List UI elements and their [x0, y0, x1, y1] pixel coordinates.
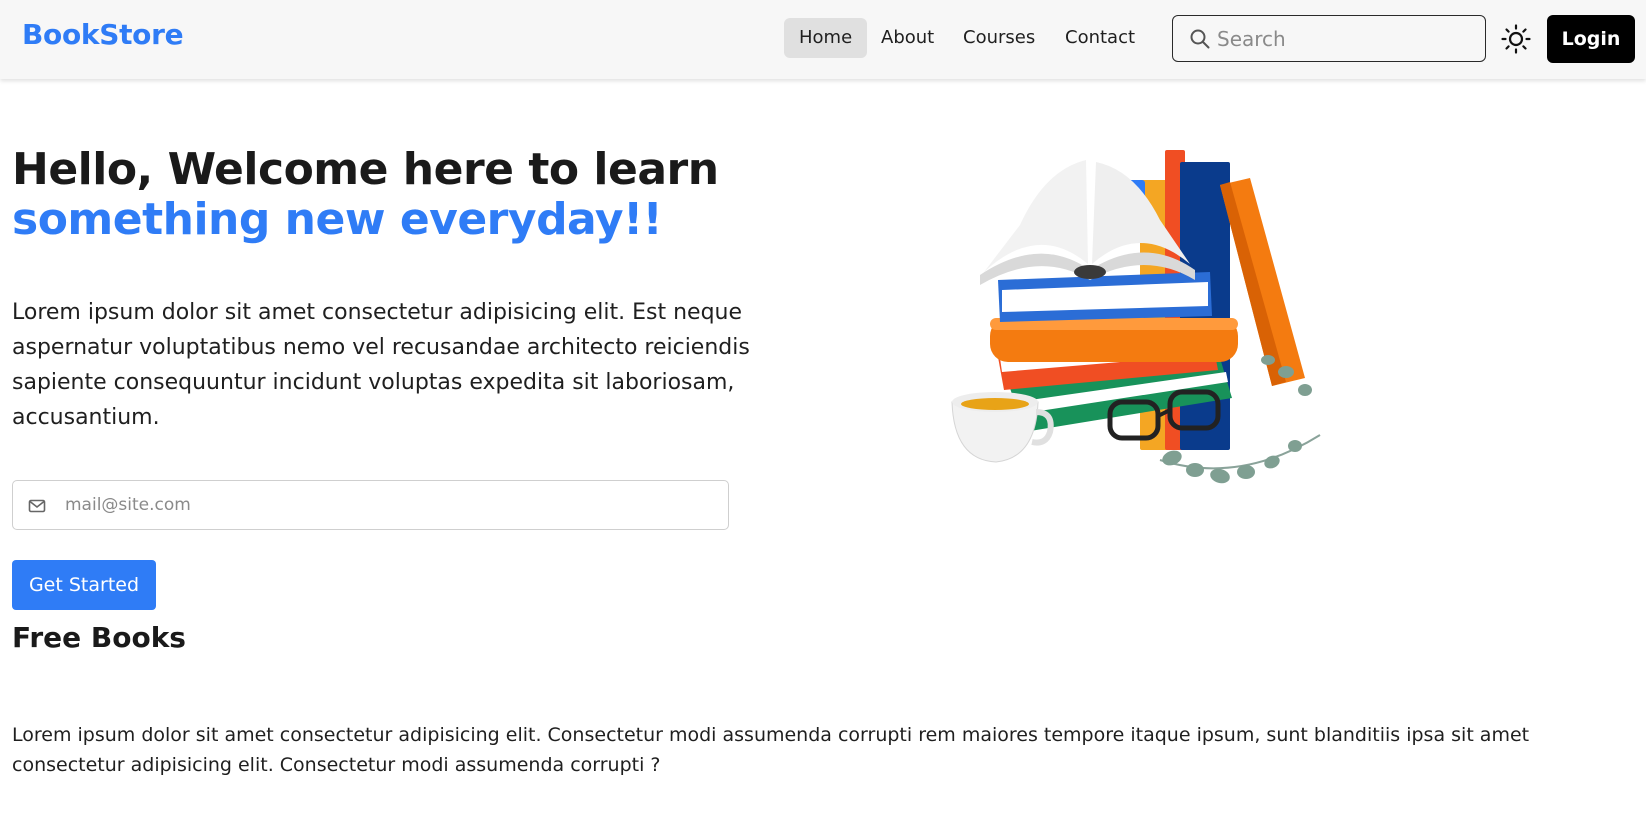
books-illustration [951, 150, 1321, 484]
free-books-description: Lorem ipsum dolor sit amet consectetur a… [12, 724, 1530, 776]
brand-logo[interactable]: BookStore [22, 18, 184, 51]
nav-item-courses[interactable]: Courses [948, 18, 1050, 58]
search-icon [1190, 29, 1210, 49]
email-input[interactable] [65, 489, 705, 521]
hero-description: Lorem ipsum dolor sit amet consectetur a… [12, 300, 750, 430]
hero-title-line1: Hello, Welcome here to learn [12, 144, 719, 195]
search-box[interactable] [1172, 15, 1486, 62]
login-button[interactable]: Login [1547, 15, 1635, 63]
hero-title-highlight: something new everyday!! [12, 194, 663, 245]
search-input[interactable] [1217, 22, 1479, 55]
get-started-button[interactable]: Get Started [12, 560, 156, 610]
sun-icon[interactable] [1500, 23, 1532, 55]
free-books-title: Free Books [12, 621, 186, 654]
nav-item-about[interactable]: About [866, 18, 949, 58]
mail-icon [28, 499, 46, 513]
hero-title: Hello, Welcome here to learn something n… [12, 145, 772, 245]
nav-item-contact[interactable]: Contact [1050, 18, 1150, 58]
navbar: BookStore Home About Courses Contact Log… [0, 0, 1646, 79]
email-field[interactable] [12, 480, 729, 530]
nav-item-home[interactable]: Home [784, 18, 868, 58]
